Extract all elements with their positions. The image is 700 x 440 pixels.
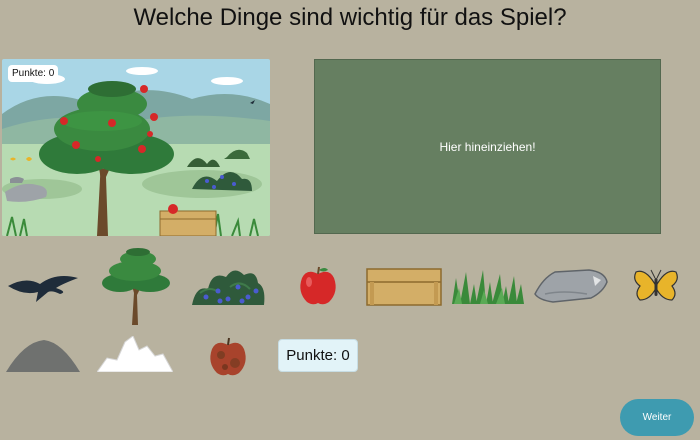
mountain-icon[interactable] [6,338,80,372]
bird-icon[interactable] [6,270,80,304]
score-label: Punkte: 0 [286,347,350,364]
page-title: Welche Dinge sind wichtig für das Spiel? [133,4,567,31]
drop-zone-label: Hier hineinziehen! [439,139,536,154]
bush-icon[interactable] [190,263,266,307]
crate-icon[interactable] [366,268,442,306]
butterfly-icon[interactable] [632,266,680,306]
scene-illustration [2,59,270,236]
apple-icon[interactable] [297,264,339,306]
game-scene: Punkte: 0 [2,59,270,236]
stone-icon[interactable] [533,268,609,304]
snow-mountain-icon[interactable] [97,336,173,372]
tree-icon[interactable] [98,247,172,325]
next-button[interactable]: Weiter [620,399,694,436]
rotten-apple-icon[interactable] [207,335,249,377]
score-display: Punkte: 0 [278,339,358,372]
drop-zone[interactable]: Hier hineinziehen! [314,59,661,234]
scene-score-label: Punkte: 0 [8,65,59,82]
grass-icon[interactable] [450,268,526,304]
next-button-label: Weiter [642,412,672,423]
